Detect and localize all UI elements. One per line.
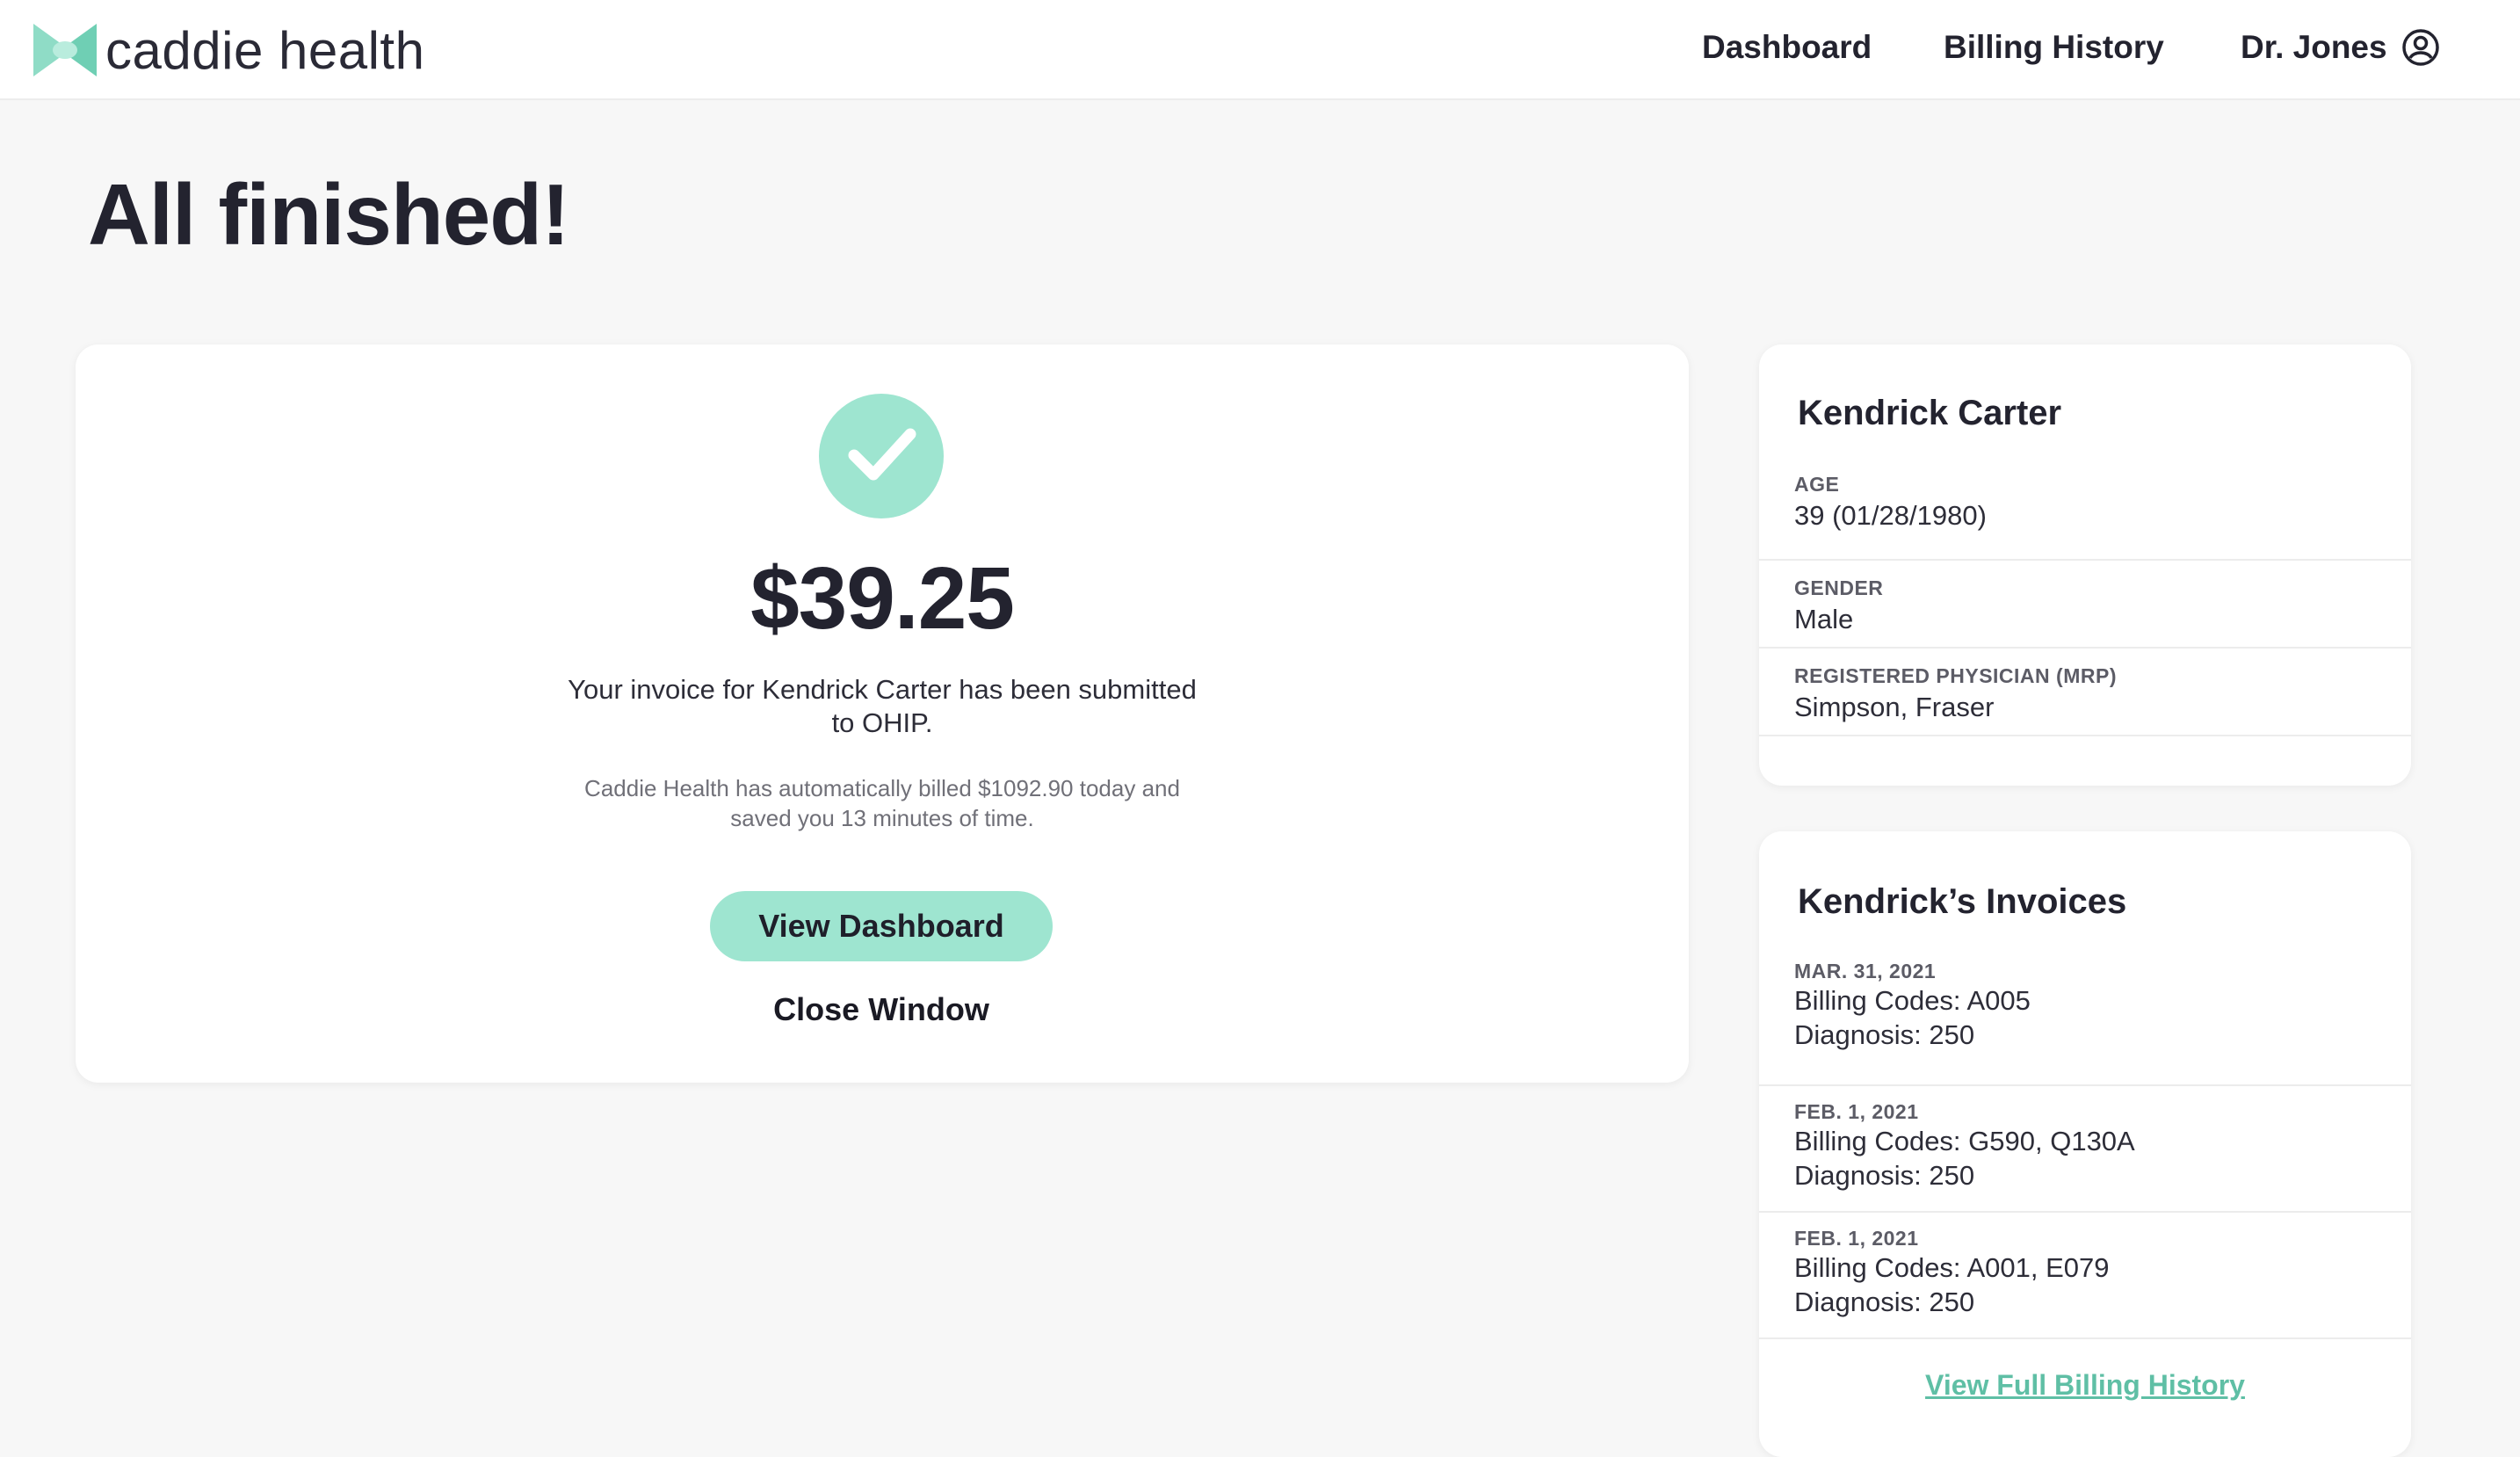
submission-message: Your invoice for Kendrick Carter has bee… bbox=[568, 674, 1197, 738]
view-full-billing-history-link[interactable]: View Full Billing History bbox=[1759, 1369, 2411, 1402]
page-title: All finished! bbox=[88, 166, 570, 263]
field-label: GENDER bbox=[1794, 576, 1884, 599]
user-circle-icon bbox=[2401, 29, 2439, 66]
patient-info-card: Kendrick Carter AGE 39 (01/28/1980) GEND… bbox=[1759, 344, 2411, 786]
top-navigation-bar: caddie health Dashboard Billing History … bbox=[0, 0, 2520, 100]
invoice-item[interactable]: FEB. 1, 2021 Billing Codes: G590, Q130A … bbox=[1759, 1086, 2411, 1213]
invoice-date: FEB. 1, 2021 bbox=[1794, 1227, 1919, 1250]
patient-field-age: AGE 39 (01/28/1980) bbox=[1759, 473, 2411, 561]
submission-summary-card: $39.25 Your invoice for Kendrick Carter … bbox=[76, 344, 1689, 1083]
invoice-amount: $39.25 bbox=[750, 549, 1015, 648]
brand-name: caddie health bbox=[105, 20, 425, 80]
patient-field-physician: REGISTERED PHYSICIAN (MRP) Simpson, Fras… bbox=[1759, 649, 2411, 736]
invoice-billing-codes: Billing Codes: A005 bbox=[1794, 985, 2031, 1016]
nav-dashboard-link[interactable]: Dashboard bbox=[1702, 25, 1872, 70]
invoice-diagnosis: Diagnosis: 250 bbox=[1794, 1160, 1975, 1191]
user-name: Dr. Jones bbox=[2241, 29, 2387, 65]
user-menu[interactable]: Dr. Jones bbox=[2241, 25, 2440, 70]
invoice-date: FEB. 1, 2021 bbox=[1794, 1100, 1919, 1123]
close-window-button[interactable]: Close Window bbox=[710, 991, 1053, 1037]
patient-name: Kendrick Carter bbox=[1798, 394, 2062, 432]
invoice-item[interactable]: MAR. 31, 2021 Billing Codes: A005 Diagno… bbox=[1759, 960, 2411, 1086]
field-value: 39 (01/28/1980) bbox=[1794, 500, 1987, 531]
checkmark-icon bbox=[848, 428, 916, 481]
invoices-title: Kendrick’s Invoices bbox=[1798, 882, 2127, 921]
patient-field-gender: GENDER Male bbox=[1759, 561, 2411, 649]
invoice-diagnosis: Diagnosis: 250 bbox=[1794, 1019, 1975, 1050]
invoice-diagnosis: Diagnosis: 250 bbox=[1794, 1287, 1975, 1317]
view-dashboard-button[interactable]: View Dashboard bbox=[710, 891, 1053, 961]
bowtie-logo-icon bbox=[33, 24, 97, 76]
field-label: AGE bbox=[1794, 473, 1840, 496]
savings-message: Caddie Health has automatically billed $… bbox=[584, 775, 1180, 831]
patient-invoices-card: Kendrick’s Invoices MAR. 31, 2021 Billin… bbox=[1759, 831, 2411, 1457]
invoice-date: MAR. 31, 2021 bbox=[1794, 960, 1937, 982]
field-label: REGISTERED PHYSICIAN (MRP) bbox=[1794, 664, 2117, 687]
success-badge bbox=[819, 394, 944, 518]
field-value: Male bbox=[1794, 604, 1854, 634]
invoice-billing-codes: Billing Codes: A001, E079 bbox=[1794, 1252, 2110, 1283]
nav-billing-history-link[interactable]: Billing History bbox=[1944, 25, 2164, 70]
field-value: Simpson, Fraser bbox=[1794, 692, 1995, 722]
invoice-billing-codes: Billing Codes: G590, Q130A bbox=[1794, 1126, 2135, 1156]
invoice-item[interactable]: FEB. 1, 2021 Billing Codes: A001, E079 D… bbox=[1759, 1213, 2411, 1339]
brand-logo[interactable]: caddie health bbox=[33, 19, 424, 81]
